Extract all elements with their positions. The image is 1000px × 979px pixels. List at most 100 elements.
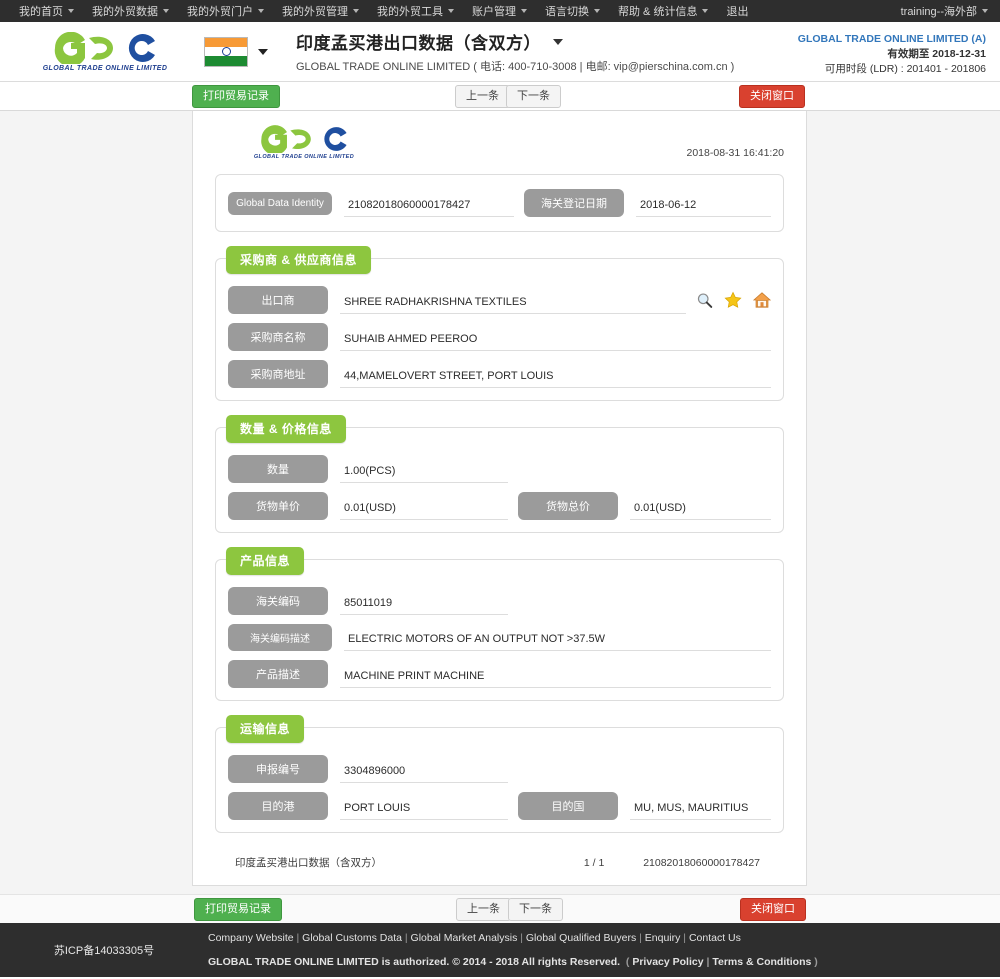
field-row: 申报编号 3304896000 [228,755,771,783]
field-value: 44,MAMELOVERT STREET, PORT LOUIS [340,370,771,388]
section-panel-0: 采购商 & 供应商信息 出口商 SHREE RADHAKRISHNA TEXTILE… [215,246,784,401]
brand-logo[interactable]: GLOBAL TRADE ONLINE LIMITED [30,31,180,72]
nav-item-1[interactable]: 我的外贸数据 [83,0,178,22]
nav-item-label: 我的外贸工具 [377,6,443,18]
nav-item-5[interactable]: 账户管理 [463,0,536,22]
footer-link-4[interactable]: Enquiry [645,932,681,944]
document-timestamp: 2018-08-31 16:41:20 [686,147,785,159]
footer-separator: | [293,931,303,944]
user-account-menu[interactable]: training--海外部 [901,0,988,22]
document-footer-id: 21082018060000178427 [643,856,760,869]
close-window-button[interactable]: 关闭窗口 [739,85,805,108]
section-title: 运输信息 [226,715,305,743]
nav-item-label: 账户管理 [472,6,516,18]
print-record-button-bottom[interactable]: 打印贸易记录 [194,898,282,921]
india-flag-icon [204,36,248,67]
top-nav-items: 我的首页 我的外贸数据 我的外贸门户 我的外贸管理 我的外贸工具 账户管理 语言切换 帮助 &… [10,0,757,22]
footer-legal-links: Privacy Policy | Terms & Conditions [632,956,811,968]
nav-item-2[interactable]: 我的外贸门户 [178,0,273,22]
footer-copyright-row: GLOBAL TRADE ONLINE LIMITED is authorize… [208,953,818,972]
account-validity: 有效期至 2018-12-31 [798,47,986,62]
nav-item-6[interactable]: 语言切换 [536,0,609,22]
chevron-down-icon[interactable] [553,38,563,45]
field-value: 1.00(PCS) [340,465,508,483]
star-icon[interactable] [724,291,742,309]
account-date-range: 可用时段 (LDR) : 201401 - 201806 [824,63,986,75]
nav-item-8[interactable]: 退出 [717,0,757,22]
validity-label: 有效期至 [887,48,930,60]
footer-links-row: Company Website | Global Customs Data | … [208,929,818,948]
home-icon[interactable] [753,291,771,309]
trade-record-document: GLOBAL TRADE ONLINE LIMITED 2018-08-31 1… [192,111,807,886]
field-label: 出口商 [228,286,328,314]
document-footer-page: 1 / 1 [583,856,605,869]
field-label: 货物单价 [228,492,328,520]
previous-record-button[interactable]: 上一条 [455,85,510,108]
footer-legal-link-0[interactable]: Privacy Policy [632,956,703,968]
global-data-identity-value: 21082018060000178427 [344,199,514,217]
field-label: 海关编码 [228,587,328,615]
customs-registration-date-label: 海关登记日期 [524,189,624,217]
footer-separator: ( [623,955,633,968]
footer-link-1[interactable]: Global Customs Data [302,932,402,944]
document-footer: 印度孟买港出口数据（含双方） 1 / 1 2108201806000017842… [215,855,784,870]
nav-item-0[interactable]: 我的首页 [10,0,83,22]
footer-copyright-text: GLOBAL TRADE ONLINE LIMITED is authorize… [208,955,621,968]
field-value: 3304896000 [340,765,508,783]
footer-legal-link-1[interactable]: Terms & Conditions [712,956,811,968]
field-row: 产品描述 MACHINE PRINT MACHINE [228,660,771,688]
field-row: 数量 1.00(PCS) [228,455,771,483]
section-panel-3: 运输信息 申报编号 3304896000 目的港 PORT LOUIS 目的国 MU, MU… [215,715,784,833]
chevron-down-icon [68,9,74,13]
nav-item-label: 我的外贸数据 [92,6,158,18]
nav-item-4[interactable]: 我的外贸工具 [368,0,463,22]
search-icon[interactable] [696,292,713,309]
field-value: 85011019 [340,597,508,615]
footer-link-0[interactable]: Company Website [208,932,294,944]
field-row: 货物单价 0.01(USD) 货物总价 0.01(USD) [228,492,771,520]
next-record-button-bottom[interactable]: 下一条 [508,898,563,921]
field-row: 海关编码描述 ELECTRIC MOTORS OF AN OUTPUT NOT >… [228,624,771,651]
print-record-button[interactable]: 打印贸易记录 [192,85,280,108]
global-data-identity-label: Global Data Identity [228,191,332,215]
field-row: 海关编码 85011019 [228,587,771,615]
next-record-button[interactable]: 下一条 [506,85,561,108]
document-logo-subtitle: GLOBAL TRADE ONLINE LIMITED [253,154,355,160]
nav-item-label: 我的首页 [19,6,63,18]
section-title: 产品信息 [226,547,305,575]
field-label: 产品描述 [228,660,328,688]
footer-link-3[interactable]: Global Qualified Buyers [526,932,636,944]
section-panel-2: 产品信息海关编码 85011019 海关编码描述 ELECTRIC MOTORS OF… [215,547,784,701]
previous-record-button-bottom[interactable]: 上一条 [456,898,511,921]
chevron-down-icon [982,9,988,13]
nav-item-7[interactable]: 帮助 & 统计信息 [609,0,717,22]
field-value: 0.01(USD) [630,502,771,520]
nav-item-label: 我的外贸管理 [282,6,348,18]
document-logo: GLOBAL TRADE ONLINE LIMITED [249,125,359,160]
footer-separator: ) [811,955,818,968]
chevron-down-icon [521,9,527,13]
field-label: 采购商地址 [228,360,328,388]
nav-item-3[interactable]: 我的外贸管理 [273,0,368,22]
document-canvas: GLOBAL TRADE ONLINE LIMITED 2018-08-31 1… [0,111,1000,894]
section-panel-1: 数量 & 价格信息 数量 1.00(PCS) 货物单价 0.01(USD) 货物总价 0.0… [215,415,784,533]
chevron-down-icon [594,9,600,13]
icp-license-number: 苏ICP备14033305号 [53,945,155,957]
chevron-down-icon [353,9,359,13]
footer-link-5[interactable]: Contact Us [689,932,741,944]
toolbar-top: 打印贸易记录 上一条 下一条 关闭窗口 [0,82,1000,111]
header-title-block: 印度孟买港出口数据（含双方） GLOBAL TRADE ONLINE LIMIT… [296,29,734,74]
company-contact-line: GLOBAL TRADE ONLINE LIMITED ( 电话: 400-71… [296,61,735,73]
field-label: 目的国 [518,792,618,820]
field-value: MACHINE PRINT MACHINE [340,670,771,688]
field-value: MU, MUS, MAURITIUS [630,802,771,820]
field-value: ELECTRIC MOTORS OF AN OUTPUT NOT >37.5W [344,633,771,651]
section-title: 采购商 & 供应商信息 [226,246,371,274]
country-selector[interactable] [204,36,268,67]
document-footer-name: 印度孟买港出口数据（含双方） [235,857,382,869]
chevron-down-icon[interactable] [258,48,268,55]
close-window-button-bottom[interactable]: 关闭窗口 [740,898,806,921]
field-value: SHREE RADHAKRISHNA TEXTILES [340,296,686,314]
section-title: 数量 & 价格信息 [226,415,346,443]
footer-link-2[interactable]: Global Market Analysis [411,932,518,944]
